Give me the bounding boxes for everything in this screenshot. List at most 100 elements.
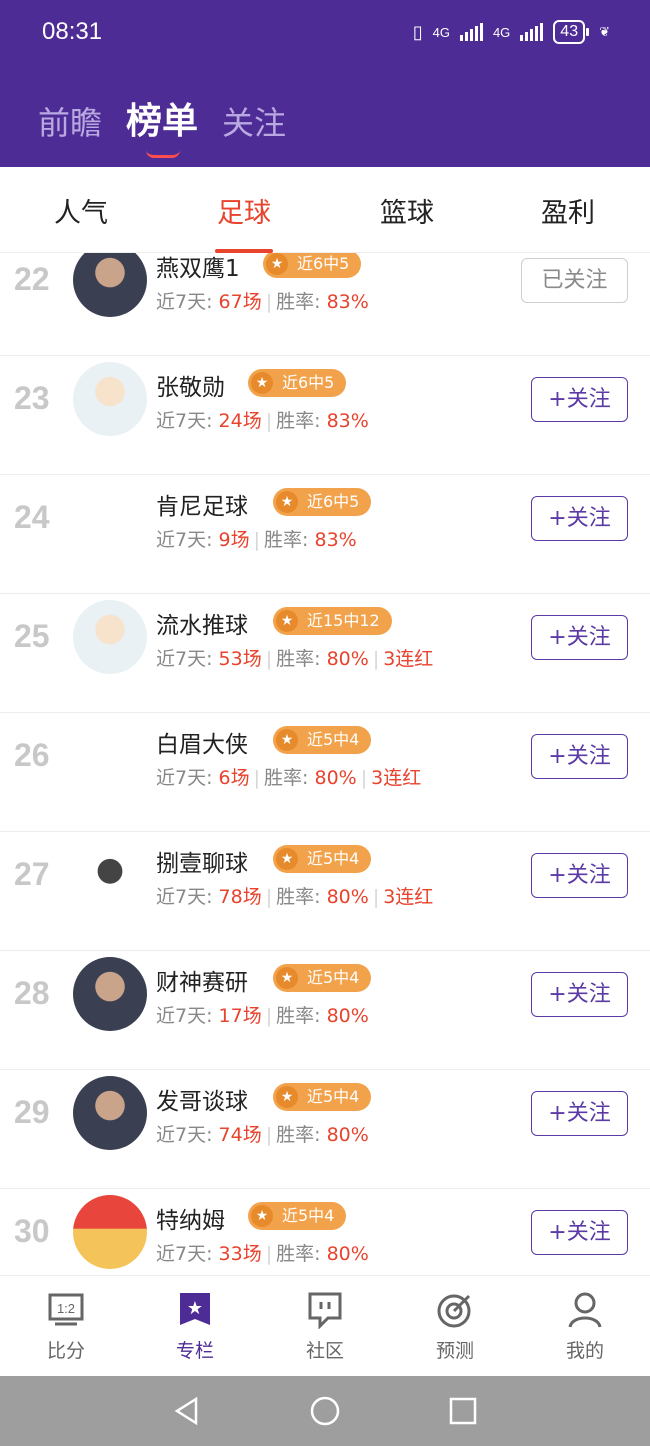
flag-avatar-icon[interactable]: [73, 1195, 147, 1269]
record-badge: ★ 近15中12: [273, 607, 392, 635]
win-rate: 80%: [326, 1124, 369, 1146]
tab-rankings[interactable]: 榜单: [126, 92, 198, 158]
record-badge: ★ 近5中4: [273, 1083, 372, 1111]
win-rate: 80%: [314, 767, 357, 789]
nav-mine-label: 我的: [565, 1340, 604, 1362]
badge-text: 近5中4: [307, 849, 360, 868]
stat-divider: |: [253, 767, 261, 789]
rate-label: 胜率:: [264, 529, 315, 551]
ranking-row[interactable]: 26 白眉大侠 ★ 近5中4 近7天: 6场 | 胜率: 80% | 3连红 +关注: [0, 713, 650, 832]
days-label: 近7天:: [156, 1243, 219, 1265]
follow-button[interactable]: +关注: [531, 615, 628, 660]
nav-score[interactable]: 1:2 比分: [26, 1290, 106, 1363]
cartoon-avatar-icon[interactable]: [73, 362, 147, 436]
stat-divider: |: [360, 767, 368, 789]
tab-profit[interactable]: 盈利: [518, 191, 618, 230]
rank-number: 23: [14, 380, 50, 416]
follow-button[interactable]: +关注: [531, 853, 628, 898]
expert-stats: 近7天: 78场 | 胜率: 80% | 3连红: [156, 882, 433, 909]
record-badge: ★ 近6中5: [273, 488, 372, 516]
follow-button[interactable]: +关注: [531, 377, 628, 422]
rank-number: 27: [14, 856, 50, 892]
expert-stats: 近7天: 17场 | 胜率: 80%: [156, 1001, 369, 1028]
days-label: 近7天:: [156, 1005, 219, 1027]
tab-football[interactable]: 足球: [194, 191, 294, 230]
rank-number: 30: [14, 1213, 50, 1249]
ranking-row[interactable]: 25 流水推球 ★ 近15中12 近7天: 53场 | 胜率: 80% | 3连红 +关注: [0, 594, 650, 713]
tab-basketball[interactable]: 篮球: [357, 191, 457, 230]
back-icon[interactable]: [172, 1396, 202, 1426]
record-badge: ★ 近5中4: [248, 1202, 347, 1230]
followed-button[interactable]: 已关注: [521, 258, 628, 303]
ranking-row[interactable]: 23 张敬勋 ★ 近6中5 近7天: 24场 | 胜率: 83% +关注: [0, 356, 650, 475]
ranking-row[interactable]: 28 财神赛研 ★ 近5中4 近7天: 17场 | 胜率: 80% +关注: [0, 951, 650, 1070]
nav-mine[interactable]: 我的: [545, 1290, 625, 1363]
expert-name[interactable]: 捌壹聊球: [156, 844, 248, 878]
signal-icon: [459, 23, 483, 41]
expert-name[interactable]: 白眉大侠: [156, 725, 248, 759]
ranking-row[interactable]: 30 特纳姆 ★ 近5中4 近7天: 33场 | 胜率: 80% +关注: [0, 1189, 650, 1275]
rate-label: 胜率:: [264, 767, 315, 789]
star-column-icon: ★: [175, 1290, 215, 1330]
tab-preview[interactable]: 前瞻: [38, 98, 102, 144]
expert-stats: 近7天: 24场 | 胜率: 83%: [156, 406, 369, 433]
nav-community[interactable]: 社区: [285, 1290, 365, 1363]
status-time: 08:31: [42, 18, 103, 45]
ranking-list[interactable]: 22 燕双鹰1 ★ 近6中5 近7天: 67场 | 胜率: 83% 已关注 23 张敬勋 ★ 近6中5…: [0, 253, 650, 1275]
nav-column[interactable]: ★ 专栏: [155, 1290, 235, 1363]
tab-popularity[interactable]: 人气: [31, 191, 131, 230]
nav-predict-label: 预测: [435, 1340, 474, 1362]
svg-text:1:2: 1:2: [57, 1301, 75, 1316]
ranking-row[interactable]: 22 燕双鹰1 ★ 近6中5 近7天: 67场 | 胜率: 83% 已关注: [0, 253, 650, 356]
star-icon: ★: [276, 729, 298, 751]
follow-button[interactable]: +关注: [531, 1210, 628, 1255]
expert-name[interactable]: 流水推球: [156, 606, 248, 640]
stat-divider: |: [265, 291, 273, 313]
expert-name[interactable]: 发哥谈球: [156, 1082, 248, 1116]
follow-button[interactable]: +关注: [531, 496, 628, 541]
expert-name[interactable]: 燕双鹰1: [156, 253, 240, 283]
expert-stats: 近7天: 6场 | 胜率: 80% | 3连红: [156, 763, 421, 790]
home-icon[interactable]: [310, 1396, 340, 1426]
rate-label: 胜率:: [276, 410, 327, 432]
svg-text:★: ★: [187, 1298, 203, 1319]
status-bar: 08:31 ▯ 4G 4G 43 ❦: [0, 0, 650, 70]
rooster-avatar-icon[interactable]: [73, 838, 147, 912]
follow-button[interactable]: +关注: [531, 1091, 628, 1136]
follow-button[interactable]: +关注: [531, 734, 628, 779]
ranking-row[interactable]: 27 捌壹聊球 ★ 近5中4 近7天: 78场 | 胜率: 80% | 3连红 +关注: [0, 832, 650, 951]
days-label: 近7天:: [156, 767, 219, 789]
days-label: 近7天:: [156, 886, 219, 908]
ranking-row[interactable]: 24 肯尼足球 ★ 近6中5 近7天: 9场 | 胜率: 83% +关注: [0, 475, 650, 594]
ranking-row[interactable]: 29 发哥谈球 ★ 近5中4 近7天: 74场 | 胜率: 80% +关注: [0, 1070, 650, 1189]
follow-button[interactable]: +关注: [531, 972, 628, 1017]
nav-predict[interactable]: 预测: [415, 1290, 495, 1363]
recents-icon[interactable]: [448, 1396, 478, 1426]
win-streak: 3连红: [371, 767, 422, 789]
tab-following[interactable]: 关注: [222, 98, 286, 144]
photo-avatar-icon[interactable]: [73, 957, 147, 1031]
rank-number: 25: [14, 618, 50, 654]
star-icon: ★: [276, 848, 298, 870]
nav-score-label: 比分: [46, 1340, 85, 1362]
photo-avatar-icon[interactable]: [73, 1076, 147, 1150]
badge-text: 近15中12: [307, 611, 380, 630]
cartoon-avatar-icon[interactable]: [73, 600, 147, 674]
active-tab-indicator: [146, 150, 181, 158]
match-count: 6场: [218, 767, 250, 789]
expert-name[interactable]: 财神赛研: [156, 963, 248, 997]
record-badge: ★ 近6中5: [248, 369, 347, 397]
expert-stats: 近7天: 33场 | 胜率: 80%: [156, 1239, 369, 1266]
badge-text: 近6中5: [307, 492, 360, 511]
expert-name[interactable]: 肯尼足球: [156, 487, 248, 521]
days-label: 近7天:: [156, 529, 219, 551]
expert-name[interactable]: 特纳姆: [156, 1201, 225, 1235]
expert-name[interactable]: 张敬勋: [156, 368, 225, 402]
days-label: 近7天:: [156, 410, 219, 432]
match-count: 67场: [218, 291, 262, 313]
photo-avatar-icon[interactable]: [73, 253, 147, 317]
days-label: 近7天:: [156, 1124, 219, 1146]
record-badge: ★ 近5中4: [273, 845, 372, 873]
stat-divider: |: [265, 1124, 273, 1146]
badge-text: 近5中4: [282, 1206, 335, 1225]
